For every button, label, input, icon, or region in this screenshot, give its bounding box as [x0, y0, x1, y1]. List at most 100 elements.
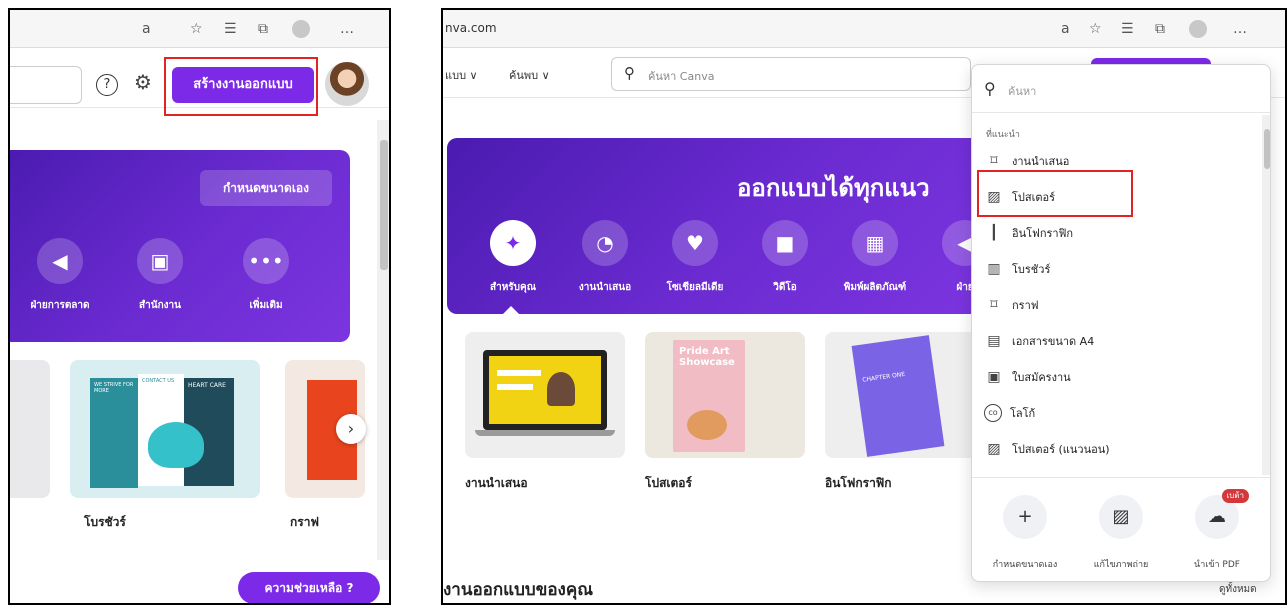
thumbnail-partial[interactable]	[10, 360, 50, 498]
favorite-star-icon[interactable]: ☆	[190, 20, 203, 38]
avatar[interactable]	[325, 62, 369, 106]
menu-item-a4-document[interactable]: ▤ เอกสารขนาด A4	[984, 329, 1094, 353]
address-bar[interactable]: nva.com	[445, 21, 497, 35]
browser-profile-icon[interactable]	[1189, 20, 1207, 38]
action-edit-photo[interactable]: ▨ แก้ไขภาพถ่าย	[1076, 495, 1166, 571]
collections-icon[interactable]: ⧉	[258, 20, 268, 38]
category-more[interactable]: ••• เพิ่มเติม	[226, 238, 306, 313]
menu-item-logo[interactable]: co โลโก้	[984, 401, 1035, 425]
collections-icon[interactable]: ⧉	[1155, 20, 1165, 38]
category-label: วิดีโอ	[773, 282, 797, 293]
sparkle-icon: ✦	[490, 220, 536, 266]
search-bar[interactable]: ⚲ ค้นหา Canva	[611, 57, 971, 91]
category-label: ฝ่ายการตลาด	[30, 300, 90, 311]
browser-profile-icon[interactable]	[292, 20, 310, 38]
search-icon: ⚲	[984, 79, 996, 98]
menu-item-label: โบรชัวร์	[1012, 263, 1051, 276]
more-dots-icon: •••	[243, 238, 289, 284]
thumbnail-presentation[interactable]	[465, 332, 625, 458]
menu-item-brochure[interactable]: ▥ โบรชัวร์	[984, 257, 1050, 281]
read-aloud-icon[interactable]: a	[142, 20, 151, 38]
browser-toolbar: a ☆ ☰ ⧉ …	[10, 10, 389, 48]
thumbnail-caption: โปสเตอร์	[645, 476, 692, 490]
resume-icon: ▣	[987, 369, 1001, 385]
category-office[interactable]: ▣ สำนักงาน	[120, 238, 200, 313]
plus-icon: +	[1003, 495, 1047, 539]
carousel-next-button[interactable]: ›	[336, 414, 366, 444]
menu-item-label: เอกสารขนาด A4	[1012, 335, 1095, 348]
menu-item-label: อินโฟกราฟิก	[1012, 227, 1074, 240]
poster-blob	[687, 410, 727, 440]
scrollbar-thumb[interactable]	[1264, 129, 1270, 169]
poster-landscape-icon: ▨	[987, 441, 1001, 457]
print-icon: ▦	[852, 220, 898, 266]
category-for-you[interactable]: ✦ สำหรับคุณ	[473, 220, 553, 295]
left-screenshot-panel: a ☆ ☰ ⧉ … ? ⚙ สร้างงานออกแบบ กำหนดขนาดเอ…	[8, 8, 391, 605]
hero-banner: กำหนดขนาดเอง ◀ ฝ่ายการตลาด ▣ สำนักงาน ••…	[10, 150, 350, 342]
help-button[interactable]: ความช่วยเหลือ ?	[238, 572, 380, 603]
category-video[interactable]: ■ วิดีโอ	[745, 220, 825, 295]
edit-photo-icon: ▨	[1099, 495, 1143, 539]
menu-item-graph[interactable]: ⌑ กราฟ	[984, 293, 1039, 317]
hero-title: ออกแบบได้ทุกแนว	[737, 174, 930, 202]
presentation-icon: ⌑	[990, 153, 998, 169]
menu-item-label: ใบสมัครงาน	[1012, 371, 1071, 384]
help-icon[interactable]: ?	[96, 74, 118, 96]
action-import-pdf[interactable]: ☁ เบต้า นำเข้า PDF	[1172, 489, 1262, 571]
logo-icon: co	[984, 404, 1002, 422]
category-presentation[interactable]: ◔ งานนำเสนอ	[565, 220, 645, 295]
dropdown-search[interactable]: ⚲ ค้นหา	[972, 65, 1270, 113]
thumbnail-caption: กราฟ	[290, 515, 319, 529]
read-aloud-icon[interactable]: a	[1061, 20, 1070, 38]
highlight-box	[977, 170, 1133, 217]
scrollbar-thumb[interactable]	[380, 140, 388, 270]
menu-item-resume[interactable]: ▣ ใบสมัครงาน	[984, 365, 1071, 389]
search-input[interactable]	[10, 66, 82, 104]
more-menu-icon[interactable]: …	[340, 20, 354, 38]
category-label: งานนำเสนอ	[578, 282, 632, 293]
category-label: โซเชียลมีเดีย	[666, 282, 724, 293]
favorite-star-icon[interactable]: ☆	[1089, 20, 1102, 38]
booklet-card: CHAPTER ONE	[851, 335, 945, 457]
category-social-media[interactable]: ♥ โซเชียลมีเดีย	[655, 220, 735, 295]
settings-gear-icon[interactable]: ⚙	[134, 70, 152, 94]
see-all-link[interactable]: ดูทั้งหมด	[1219, 582, 1257, 597]
action-label: แก้ไขภาพถ่าย	[1093, 560, 1149, 570]
custom-size-button[interactable]: กำหนดขนาดเอง	[200, 170, 332, 206]
thumbnail-infographic[interactable]: CHAPTER ONE	[825, 332, 985, 458]
favorites-list-icon[interactable]: ☰	[1121, 20, 1134, 38]
highlight-box	[164, 57, 318, 116]
dropdown-divider	[972, 477, 1270, 478]
nav-design[interactable]: แบบ ∨	[445, 66, 478, 84]
section-heading: ที่แนะนำ	[986, 130, 1020, 140]
thumbnail-poster[interactable]: Pride Art Showcase	[645, 332, 805, 458]
upload-glyph: ☁	[1208, 506, 1226, 527]
dropdown-scrollbar[interactable]	[1262, 115, 1270, 475]
hero-banner: ออกแบบได้ทุกแนว ✦ สำหรับคุณ ◔ งานนำเสนอ …	[447, 138, 988, 314]
search-placeholder: ค้นหา Canva	[648, 70, 715, 83]
thumbnail-brochure[interactable]: WE STRIVE FOR MORE CONTACT US HEART CARE	[70, 360, 260, 498]
poster-title: Pride Art Showcase	[679, 346, 735, 368]
menu-item-label: กราฟ	[1012, 299, 1039, 312]
active-category-indicator	[503, 306, 519, 314]
slide-bar	[497, 384, 533, 390]
favorites-list-icon[interactable]: ☰	[224, 20, 237, 38]
brochure-panel-left: WE STRIVE FOR MORE	[90, 378, 138, 488]
category-label: สำนักงาน	[139, 300, 181, 311]
brochure-icon: ▥	[987, 261, 1001, 277]
menu-item-label: โลโก้	[1010, 407, 1036, 420]
action-custom-size[interactable]: + กำหนดขนาดเอง	[980, 495, 1070, 571]
thumbnail-caption: อินโฟกราฟิก	[825, 476, 892, 490]
category-marketing[interactable]: ◀ ฝ่ายการตลาด	[20, 238, 100, 313]
menu-item-poster-landscape[interactable]: ▨ โปสเตอร์ (แนวนอน)	[984, 437, 1109, 461]
scrollbar[interactable]	[377, 120, 389, 560]
nav-discover[interactable]: ค้นพบ ∨	[509, 66, 550, 84]
category-print[interactable]: ▦ พิมพ์ผลิตภัณฑ์	[835, 220, 915, 295]
action-label: กำหนดขนาดเอง	[992, 560, 1058, 570]
laptop-base	[475, 430, 615, 436]
category-label: พิมพ์ผลิตภัณฑ์	[843, 282, 907, 293]
slide-bar	[497, 370, 541, 376]
menu-item-infographic[interactable]: ┃ อินโฟกราฟิก	[984, 221, 1073, 245]
more-menu-icon[interactable]: …	[1233, 20, 1247, 38]
heart-shape	[148, 422, 204, 468]
